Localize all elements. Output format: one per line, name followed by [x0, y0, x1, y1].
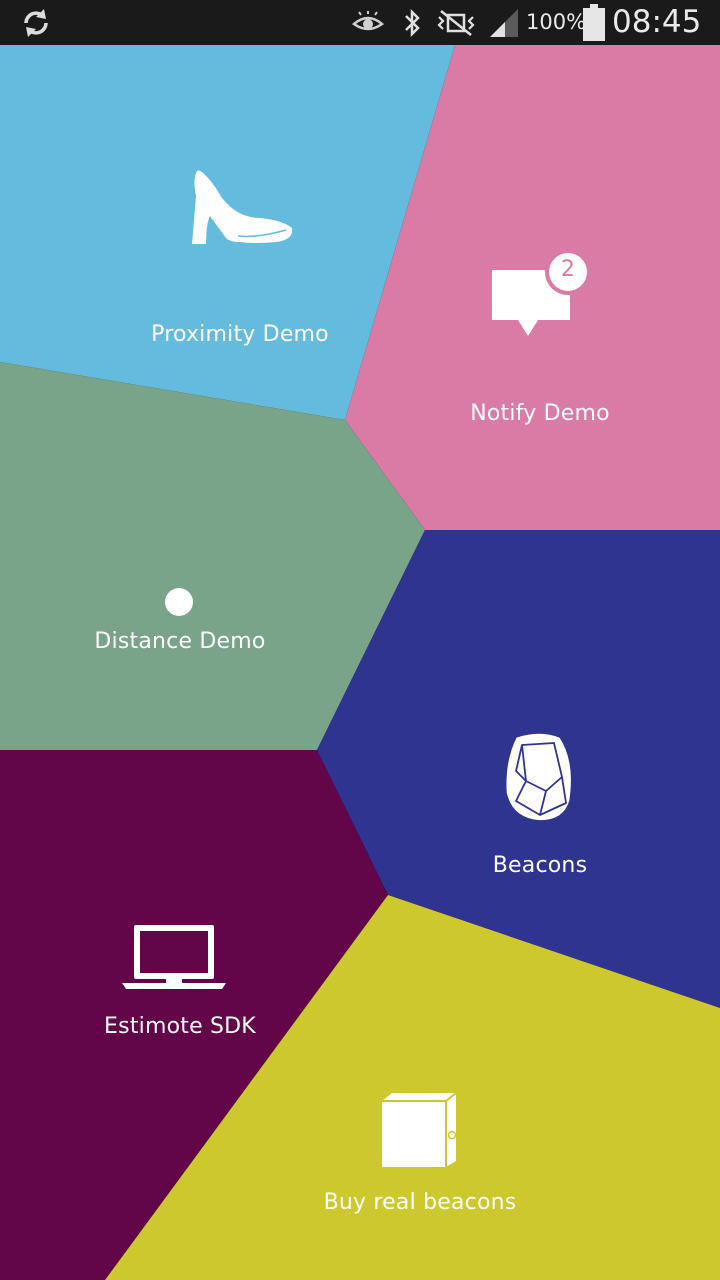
smart-stay-eye-icon [352, 0, 384, 45]
battery-percent: 100% [526, 10, 587, 34]
bluetooth-icon [402, 0, 422, 45]
signal-icon [488, 0, 520, 45]
sync-icon [20, 0, 52, 45]
status-bar: 100% 08:45 [0, 0, 720, 45]
clock: 08:45 [612, 4, 702, 40]
vibrate-mute-icon [436, 0, 476, 45]
battery-icon [582, 0, 606, 45]
main-menu: Proximity Demo 2 Notify Demo Distance De… [0, 45, 720, 1280]
